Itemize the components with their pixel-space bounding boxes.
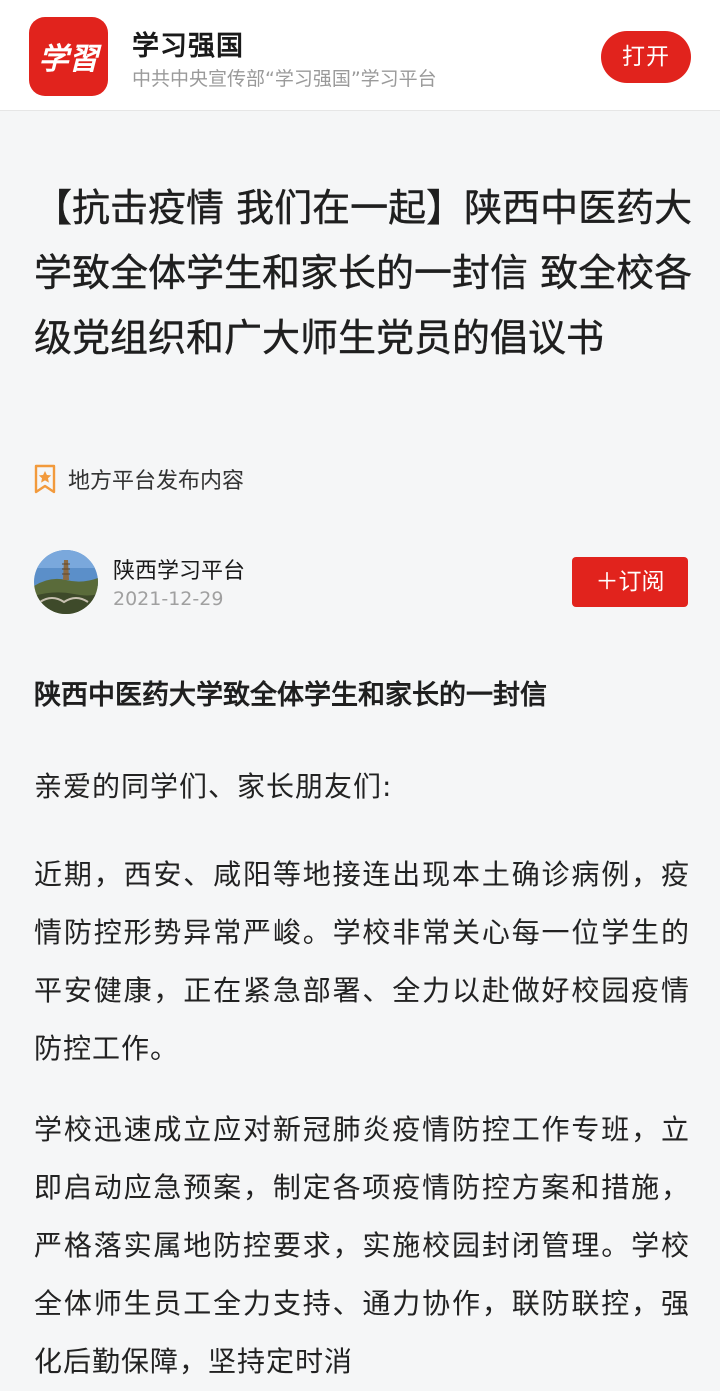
xuexi-logo-icon[interactable]: 学習 bbox=[29, 17, 108, 96]
author-avatar[interactable] bbox=[34, 550, 98, 614]
app-description: 中共中央宣传部“学习强国”学习平台 bbox=[132, 68, 437, 90]
paragraph-greeting: 亲爱的同学们、家长朋友们: bbox=[34, 770, 393, 803]
publish-date: 2021-12-29 bbox=[113, 588, 224, 610]
source-label: 地方平台发布内容 bbox=[68, 469, 245, 494]
paragraph: 学校迅速成立应对新冠肺炎疫情防控工作专班，立即启动应急预案，制定各项疫情防控方案… bbox=[34, 1113, 690, 1378]
author-name[interactable]: 陕西学习平台 bbox=[113, 553, 245, 585]
section-heading: 陕西中医药大学致全体学生和家长的一封信 bbox=[34, 680, 547, 711]
ribbon-star-icon bbox=[34, 464, 56, 494]
article-title: 【抗击疫情 我们在一起】陕西中医药大学致全体学生和家长的一封信 致全校各级党组织… bbox=[34, 186, 693, 360]
subscribe-button[interactable]: ＋订阅 bbox=[572, 557, 688, 607]
svg-text:学習: 学習 bbox=[39, 42, 103, 77]
open-app-button[interactable]: 打开 bbox=[601, 31, 691, 83]
app-name: 学习强国 bbox=[132, 31, 244, 62]
app-download-banner: 学習 学习强国 中共中央宣传部“学习强国”学习平台 打开 bbox=[0, 0, 720, 111]
paragraph: 近期，西安、咸阳等地接连出现本土确诊病例，疫情防控形势异常严峻。学校非常关心每一… bbox=[34, 858, 690, 1065]
source-row: 地方平台发布内容 bbox=[34, 462, 244, 496]
